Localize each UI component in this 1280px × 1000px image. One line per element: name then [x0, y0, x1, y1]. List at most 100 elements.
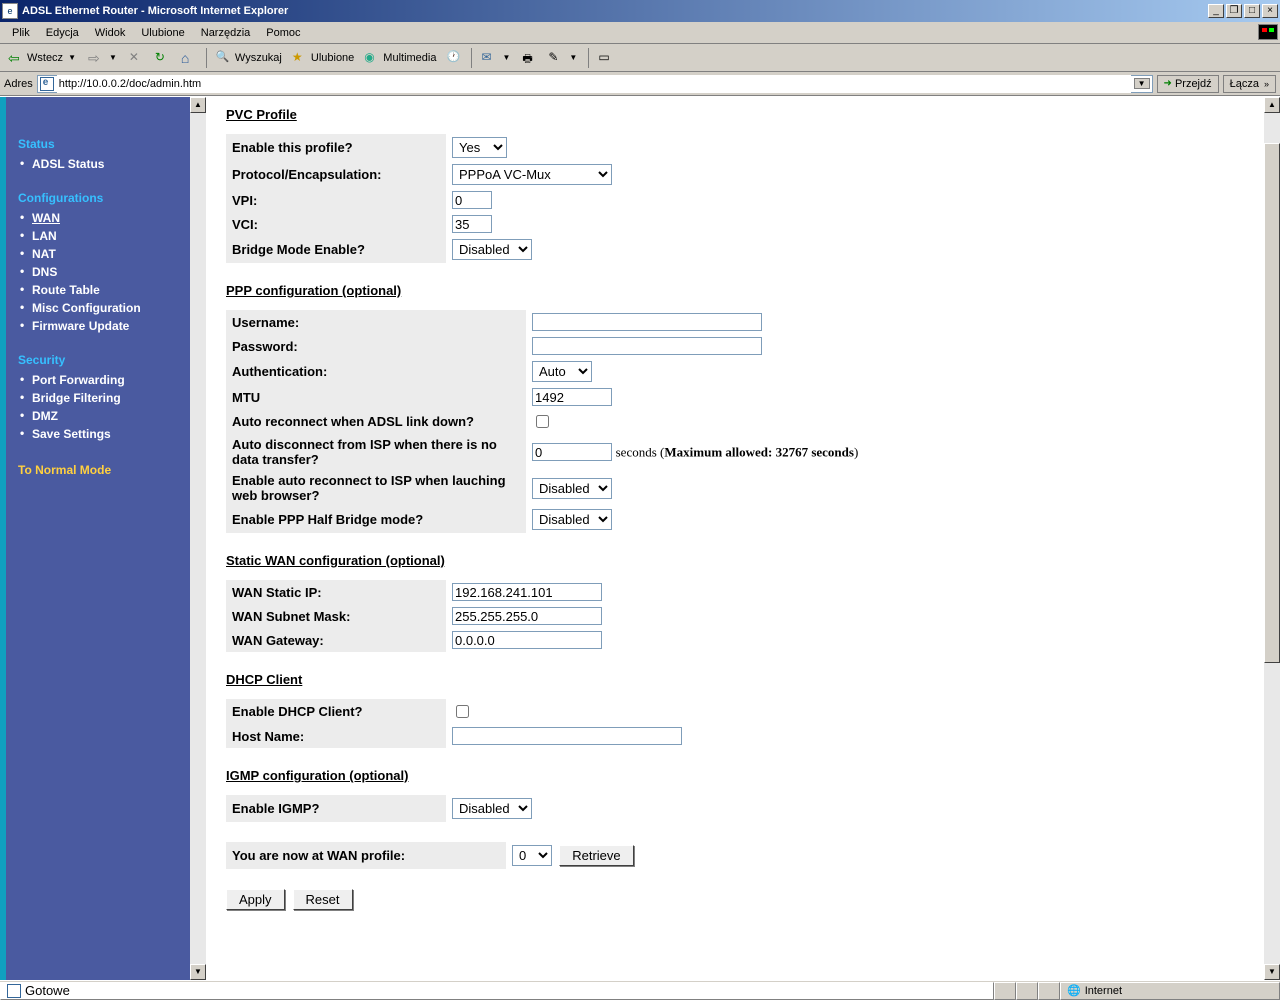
refresh-button[interactable] — [151, 48, 175, 68]
reset-button[interactable]: Reset — [293, 889, 353, 910]
sidebar-item-dns[interactable]: DNS — [18, 263, 178, 281]
sidebar-item-dmz[interactable]: DMZ — [18, 407, 178, 425]
history-button[interactable] — [442, 48, 466, 68]
discuss-button[interactable] — [594, 48, 618, 68]
separator — [588, 48, 589, 68]
scroll-up-icon[interactable]: ▲ — [190, 97, 206, 113]
sidebar-item-save-settings[interactable]: Save Settings — [18, 425, 178, 443]
stop-icon — [129, 50, 145, 66]
label-enable-profile: Enable this profile? — [226, 134, 446, 161]
sidebar-normal-mode[interactable]: To Normal Mode — [18, 463, 178, 477]
label-username: Username: — [226, 310, 526, 334]
checkbox-auto-reconnect[interactable] — [536, 415, 549, 428]
scroll-up-icon[interactable]: ▲ — [1264, 97, 1280, 113]
menu-favorites[interactable]: Ulubione — [133, 25, 192, 41]
input-static-ip[interactable] — [452, 583, 602, 601]
select-enable-profile[interactable]: Yes — [452, 137, 507, 158]
sidebar-item-lan[interactable]: LAN — [18, 227, 178, 245]
menu-edit[interactable]: Edycja — [38, 25, 87, 41]
input-auto-disconnect[interactable] — [532, 443, 612, 461]
sidebar-item-port-forwarding[interactable]: Port Forwarding — [18, 371, 178, 389]
edit-dropdown-icon[interactable]: ▼ — [567, 53, 579, 62]
table-ppp: Username: Password: Authentication: Auto… — [226, 310, 864, 533]
label-auth: Authentication: — [226, 358, 526, 385]
sidebar-item-adsl-status[interactable]: ADSL Status — [18, 155, 178, 173]
edit-button[interactable]: ▼ — [544, 48, 583, 68]
back-dropdown-icon[interactable]: ▼ — [66, 53, 78, 62]
table-profile-row: You are now at WAN profile: 0 Retrieve — [226, 842, 640, 869]
scroll-thumb[interactable] — [1264, 143, 1280, 663]
input-password[interactable] — [532, 337, 762, 355]
select-half-bridge[interactable]: Disabled — [532, 509, 612, 530]
input-vci[interactable] — [452, 215, 492, 233]
minimize-button[interactable]: _ — [1208, 4, 1224, 18]
mail-dropdown-icon[interactable]: ▼ — [500, 53, 512, 62]
select-protocol[interactable]: PPPoA VC-Mux — [452, 164, 612, 185]
input-vpi[interactable] — [452, 191, 492, 209]
content-area: Status ADSL Status Configurations WAN LA… — [0, 96, 1280, 980]
menu-file[interactable]: Plik — [4, 25, 38, 41]
restore-button[interactable]: ❐ — [1226, 4, 1242, 18]
search-button[interactable]: Wyszukaj — [212, 48, 286, 68]
retrieve-button[interactable]: Retrieve — [559, 845, 633, 866]
maximize-button[interactable]: □ — [1244, 4, 1260, 18]
stop-button[interactable] — [125, 48, 149, 68]
status-bar: Gotowe Internet — [0, 980, 1280, 1000]
forward-dropdown-icon[interactable]: ▼ — [107, 53, 119, 62]
input-mtu[interactable] — [532, 388, 612, 406]
select-igmp-enable[interactable]: Disabled — [452, 798, 532, 819]
scroll-down-icon[interactable]: ▼ — [190, 964, 206, 980]
sidebar-item-route-table[interactable]: Route Table — [18, 281, 178, 299]
print-icon — [522, 50, 538, 66]
mail-button[interactable]: ▼ — [477, 48, 516, 68]
input-gateway[interactable] — [452, 631, 602, 649]
select-bridge-mode[interactable]: Disabled — [452, 239, 532, 260]
main-scrollbar[interactable]: ▲ ▼ — [1264, 97, 1280, 980]
scroll-track[interactable] — [190, 113, 206, 964]
label-password: Password: — [226, 334, 526, 358]
links-button[interactable]: Łącza» — [1223, 75, 1276, 93]
menu-help[interactable]: Pomoc — [258, 25, 308, 41]
table-igmp: Enable IGMP? Disabled — [226, 795, 538, 822]
forward-button[interactable]: ▼ — [84, 48, 123, 68]
go-label: Przejdź — [1175, 78, 1212, 90]
close-button[interactable]: × — [1262, 4, 1278, 18]
sidebar-item-bridge-filtering[interactable]: Bridge Filtering — [18, 389, 178, 407]
back-button[interactable]: Wstecz▼ — [4, 48, 82, 68]
sidebar-item-nat[interactable]: NAT — [18, 245, 178, 263]
table-dhcp: Enable DHCP Client? Host Name: — [226, 699, 688, 748]
label-vci: VCI: — [226, 212, 446, 236]
label-igmp-enable: Enable IGMP? — [226, 795, 446, 822]
menu-bar: Plik Edycja Widok Ulubione Narzędzia Pom… — [0, 22, 1280, 44]
print-button[interactable] — [518, 48, 542, 68]
media-button[interactable]: Multimedia — [360, 48, 440, 68]
select-auto-reconnect-browser[interactable]: Disabled — [532, 478, 612, 499]
sidebar-item-wan[interactable]: WAN — [18, 209, 178, 227]
scroll-track[interactable] — [1264, 113, 1280, 964]
checkbox-dhcp-enable[interactable] — [456, 705, 469, 718]
sidebar-item-misc-config[interactable]: Misc Configuration — [18, 299, 178, 317]
frame-scrollbar-left[interactable]: ▲ ▼ — [190, 97, 206, 980]
menu-view[interactable]: Widok — [87, 25, 134, 41]
select-auth[interactable]: Auto — [532, 361, 592, 382]
input-username[interactable] — [532, 313, 762, 331]
address-input[interactable] — [57, 75, 1131, 93]
select-wan-profile[interactable]: 0 — [512, 845, 552, 866]
menu-tools[interactable]: Narzędzia — [193, 25, 259, 41]
section-igmp-title: IGMP configuration (optional) — [226, 768, 1244, 783]
sidebar-item-firmware-update[interactable]: Firmware Update — [18, 317, 178, 335]
label-mtu: MTU — [226, 385, 526, 409]
address-dropdown-icon[interactable]: ▼ — [1134, 78, 1150, 89]
globe-icon — [1067, 984, 1081, 997]
status-cell — [1038, 982, 1060, 1000]
input-host-name[interactable] — [452, 727, 682, 745]
scroll-down-icon[interactable]: ▼ — [1264, 964, 1280, 980]
go-button[interactable]: Przejdź — [1157, 75, 1219, 93]
label-host-name: Host Name: — [226, 724, 446, 748]
favorites-button[interactable]: Ulubione — [288, 48, 358, 68]
home-button[interactable] — [177, 48, 201, 68]
section-dhcp-title: DHCP Client — [226, 672, 1244, 687]
input-subnet-mask[interactable] — [452, 607, 602, 625]
hint-auto-disconnect: seconds (Maximum allowed: 32767 seconds) — [616, 445, 859, 460]
apply-button[interactable]: Apply — [226, 889, 285, 910]
